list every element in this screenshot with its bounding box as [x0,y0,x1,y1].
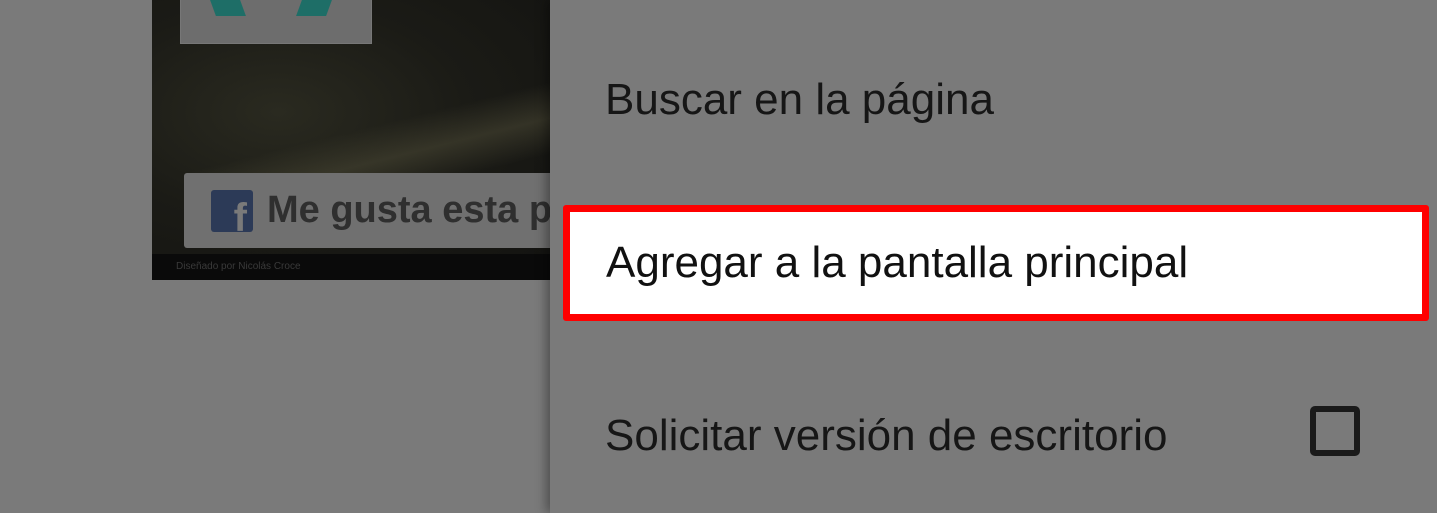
menu-item-find-in-page[interactable]: Buscar en la página [550,40,1437,160]
menu-item-add-to-home-screen[interactable]: Agregar a la pantalla principal [563,205,1429,321]
menu-item-label: Agregar a la pantalla principal [606,238,1189,287]
thumbnail-shape-right [296,0,332,16]
screen: Diseñado por Nicolás Croce f Me gusta es… [0,0,1437,513]
app-thumbnail [180,0,372,44]
designer-credit: Diseñado por Nicolás Croce [176,261,301,272]
menu-item-label: Solicitar versión de escritorio [605,411,1168,460]
menu-item-request-desktop-site[interactable]: Solicitar versión de escritorio [550,376,1437,496]
facebook-like-label: Me gusta esta p [267,189,553,231]
checkbox-icon[interactable] [1310,406,1360,456]
thumbnail-shape-left [210,0,246,16]
facebook-like-button[interactable]: f Me gusta esta p [184,173,604,248]
facebook-icon: f [211,189,253,232]
browser-overflow-menu: Buscar en la página Agregar a la pantall… [550,0,1437,513]
menu-item-label: Buscar en la página [605,75,994,124]
